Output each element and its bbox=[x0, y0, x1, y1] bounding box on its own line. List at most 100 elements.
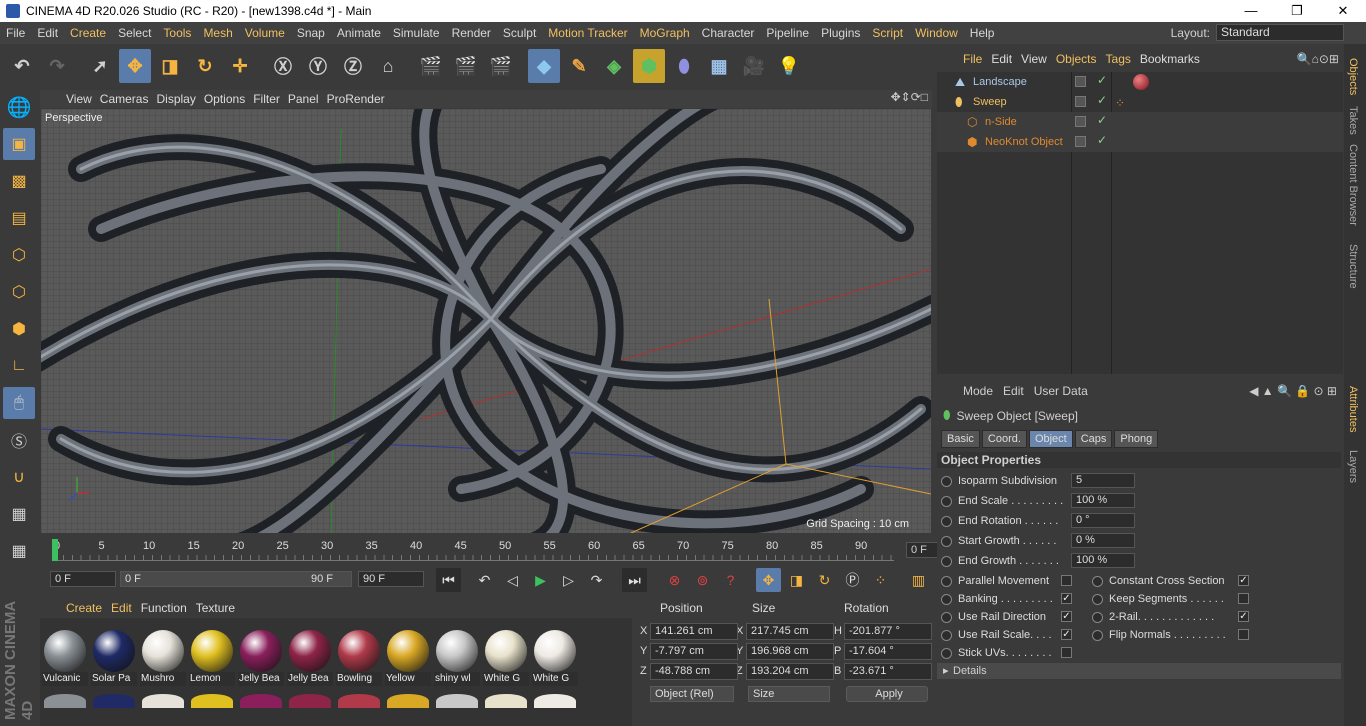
position-field[interactable]: -7.797 cm bbox=[650, 643, 738, 660]
make-editable-icon[interactable]: 🌐 bbox=[3, 91, 35, 123]
viewport-menu-view[interactable]: View bbox=[66, 92, 100, 106]
current-time-field[interactable]: 0 F bbox=[50, 571, 116, 587]
material-swatch[interactable]: White G bbox=[532, 626, 578, 692]
size-field[interactable]: 217.745 cm bbox=[746, 623, 834, 640]
minimize-button[interactable]: — bbox=[1228, 0, 1274, 22]
cube-icon[interactable]: ◆ bbox=[528, 49, 560, 83]
side-tab-takes[interactable]: Takes bbox=[1347, 106, 1359, 135]
visibility-toggle[interactable] bbox=[1075, 116, 1086, 127]
object-menu-tags[interactable]: Tags bbox=[1106, 52, 1140, 66]
size-mode-dropdown[interactable]: Size bbox=[748, 686, 830, 702]
menu-mesh[interactable]: Mesh bbox=[197, 22, 238, 44]
size-field[interactable]: 193.204 cm bbox=[746, 663, 834, 680]
material-swatch[interactable]: Mushro bbox=[140, 626, 186, 692]
material-swatch[interactable]: White G bbox=[483, 626, 529, 692]
attribute-menu-edit[interactable]: Edit bbox=[1003, 384, 1034, 398]
previous-frame-icon[interactable]: ◁ bbox=[500, 568, 525, 592]
material-preview-row2[interactable] bbox=[289, 694, 331, 708]
animation-radio-icon[interactable] bbox=[941, 535, 952, 547]
position-field[interactable]: 141.261 cm bbox=[650, 623, 738, 640]
menu-edit[interactable]: Edit bbox=[31, 22, 64, 44]
visibility-toggle[interactable] bbox=[1075, 76, 1086, 87]
attribute-checkbox[interactable]: ✓ bbox=[1061, 593, 1072, 604]
previous-key-icon[interactable]: ↶ bbox=[472, 568, 497, 592]
menu-file[interactable]: File bbox=[0, 22, 31, 44]
menu-animate[interactable]: Animate bbox=[331, 22, 387, 44]
menu-pipeline[interactable]: Pipeline bbox=[760, 22, 815, 44]
animation-radio-icon[interactable] bbox=[1092, 611, 1103, 623]
details-group[interactable]: ▸ Details bbox=[937, 663, 1341, 679]
side-tab-attributes[interactable]: Attributes bbox=[1347, 386, 1359, 432]
visibility-toggle[interactable] bbox=[1075, 96, 1086, 107]
y-axis-lock-icon[interactable]: Ⓨ bbox=[302, 49, 334, 83]
object-menu-objects[interactable]: Objects bbox=[1056, 52, 1106, 66]
menu-mograph[interactable]: MoGraph bbox=[634, 22, 696, 44]
attribute-checkbox[interactable]: ✓ bbox=[1238, 611, 1249, 622]
phong-tag-icon[interactable]: ⁘ bbox=[1115, 96, 1125, 110]
animation-radio-icon[interactable] bbox=[941, 515, 952, 527]
material-preview-row2[interactable] bbox=[191, 694, 233, 708]
menu-window[interactable]: Window bbox=[909, 22, 964, 44]
menu-plugins[interactable]: Plugins bbox=[815, 22, 866, 44]
menu-script[interactable]: Script bbox=[866, 22, 909, 44]
attribute-menu-mode[interactable]: Mode bbox=[963, 384, 1003, 398]
material-swatch[interactable]: Lemon bbox=[189, 626, 235, 692]
attribute-checkbox[interactable]: ✓ bbox=[1061, 611, 1072, 622]
rotate-tool-icon[interactable]: ↻ bbox=[189, 49, 221, 83]
enable-axis-icon[interactable]: ∟ bbox=[3, 350, 35, 382]
next-frame-icon[interactable]: ▷ bbox=[556, 568, 581, 592]
animation-radio-icon[interactable] bbox=[941, 475, 952, 487]
autokeying-icon[interactable]: ⊚ bbox=[690, 568, 715, 592]
side-tab-objects[interactable]: Objects bbox=[1347, 58, 1359, 95]
menu-sculpt[interactable]: Sculpt bbox=[497, 22, 542, 44]
material-preview-row2[interactable] bbox=[436, 694, 478, 708]
viewport-menu-filter[interactable]: Filter bbox=[253, 92, 288, 106]
polygons-mode-icon[interactable]: ⬢ bbox=[3, 313, 35, 345]
workplane-mode-icon[interactable]: ▤ bbox=[3, 202, 35, 234]
menu-simulate[interactable]: Simulate bbox=[387, 22, 446, 44]
attribute-value-field[interactable]: 0 ° bbox=[1071, 513, 1135, 528]
maximize-button[interactable]: ❐ bbox=[1274, 0, 1320, 22]
attribute-value-field[interactable]: 100 % bbox=[1071, 493, 1135, 508]
menu-motion-tracker[interactable]: Motion Tracker bbox=[542, 22, 633, 44]
material-preview-row2[interactable] bbox=[338, 694, 380, 708]
object-menu-view[interactable]: View bbox=[1021, 52, 1056, 66]
attribute-checkbox[interactable] bbox=[1061, 647, 1072, 658]
light-icon[interactable]: 💡 bbox=[773, 49, 805, 83]
viewport-menu-cameras[interactable]: Cameras bbox=[100, 92, 157, 106]
animation-radio-icon[interactable] bbox=[941, 593, 952, 605]
material-menu-texture[interactable]: Texture bbox=[196, 601, 244, 615]
viewport-perspective[interactable]: Perspective Grid Spacing : 10 cm bbox=[41, 109, 931, 533]
material-preview-row2[interactable] bbox=[142, 694, 184, 708]
attribute-checkbox[interactable] bbox=[1238, 629, 1249, 640]
side-tab-structure[interactable]: Structure bbox=[1347, 244, 1359, 289]
edit-render-settings-icon[interactable]: 🎬 bbox=[485, 49, 517, 83]
menu-snap[interactable]: Snap bbox=[291, 22, 331, 44]
record-parameter-icon[interactable]: Ⓟ bbox=[840, 568, 865, 592]
deformer-icon[interactable]: ⬮ bbox=[668, 49, 700, 83]
cloner-icon[interactable]: ⬢ bbox=[633, 49, 665, 83]
tweak-mode-icon[interactable]: 🖱 bbox=[3, 387, 35, 419]
subdivision-surface-icon[interactable]: ◈ bbox=[598, 49, 630, 83]
attribute-tab-caps[interactable]: Caps bbox=[1074, 430, 1113, 448]
position-field[interactable]: -48.788 cm bbox=[650, 663, 738, 680]
object-row[interactable]: ⬮ Sweep ✓ bbox=[937, 92, 1343, 112]
animation-radio-icon[interactable] bbox=[1092, 593, 1103, 605]
enable-check-icon[interactable]: ✓ bbox=[1097, 73, 1107, 87]
object-menu-file[interactable]: File bbox=[963, 52, 991, 66]
menu-select[interactable]: Select bbox=[112, 22, 157, 44]
attribute-menu-user-data[interactable]: User Data bbox=[1034, 384, 1098, 398]
material-menu-function[interactable]: Function bbox=[141, 601, 196, 615]
material-swatch[interactable]: Solar Pa bbox=[91, 626, 137, 692]
animation-radio-icon[interactable] bbox=[941, 575, 952, 587]
record-rotation-icon[interactable]: ↻ bbox=[812, 568, 837, 592]
x-axis-lock-icon[interactable]: Ⓧ bbox=[267, 49, 299, 83]
go-to-start-icon[interactable]: ⏮ bbox=[436, 568, 461, 592]
attribute-nav-icons[interactable]: ◀ ▲ 🔍 🔒 ⊙ ⊞ bbox=[1249, 384, 1337, 398]
play-icon[interactable]: ▶ bbox=[528, 568, 553, 592]
animation-radio-icon[interactable] bbox=[941, 629, 952, 641]
material-menu-edit[interactable]: Edit bbox=[111, 601, 141, 615]
attribute-value-field[interactable]: 0 % bbox=[1071, 533, 1135, 548]
render-picture-viewer-icon[interactable]: 🎬 bbox=[450, 49, 482, 83]
animation-radio-icon[interactable] bbox=[941, 611, 952, 623]
